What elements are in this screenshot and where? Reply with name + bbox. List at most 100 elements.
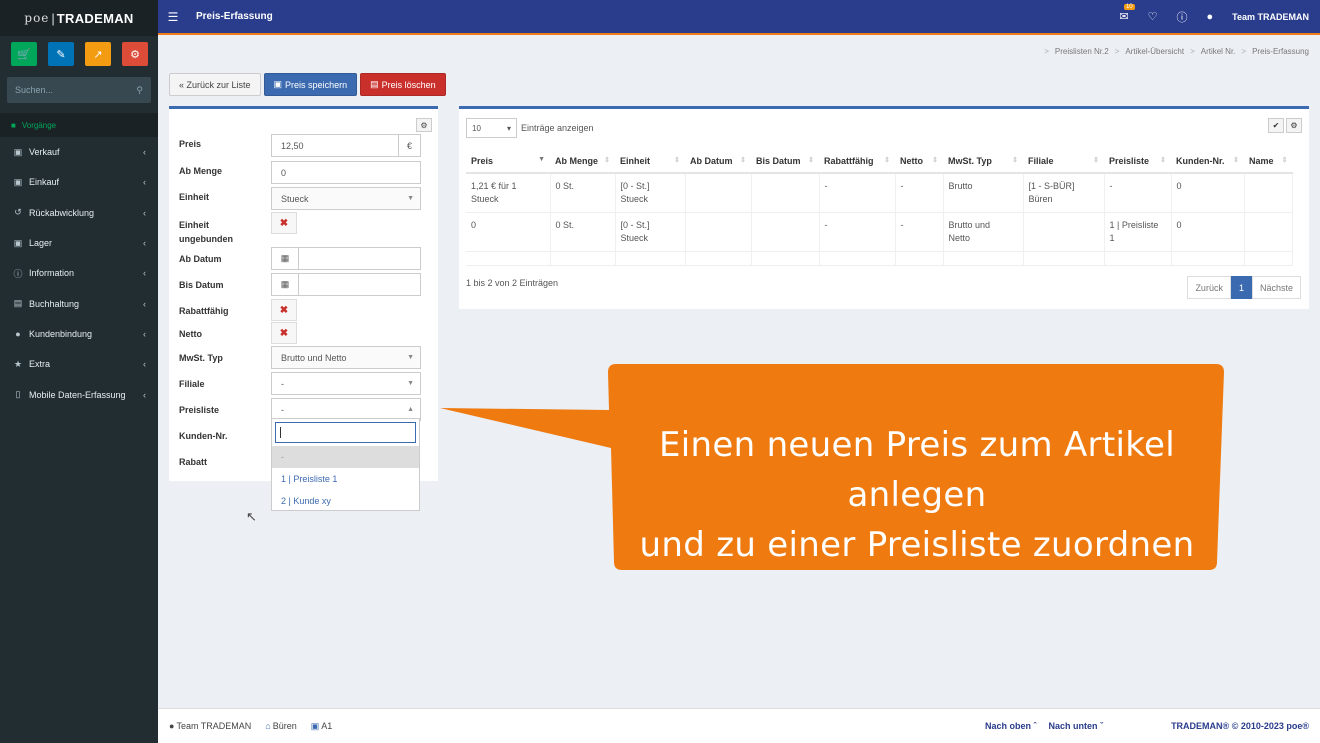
column-header[interactable]: Bis Datum ⇕ <box>751 149 819 174</box>
envelope-icon: ✉ <box>1119 11 1129 23</box>
dropdown-option[interactable]: 2 | Kunde xy <box>272 490 419 512</box>
check-icon: ✔ <box>1272 121 1280 130</box>
einheit-ungebunden-toggle[interactable]: ✖ <box>271 212 297 234</box>
messages-badge: 10 <box>1123 4 1135 10</box>
column-header[interactable]: Ab Menge ⇕ <box>550 149 615 174</box>
sidebar: poe | TRADEMAN 🛒 ✎ ↗ ⚙ Suchen... ⚲ ■ Vor… <box>0 0 158 743</box>
page-length-select[interactable]: 10 ▾ <box>466 118 517 138</box>
sort-desc-icon: ▼ <box>538 155 545 163</box>
dropdown-search-input[interactable] <box>275 422 416 443</box>
table-info: 1 bis 2 von 2 Einträgen <box>466 278 559 288</box>
ab-datum-input[interactable]: ▦ <box>271 247 421 270</box>
logo[interactable]: poe | TRADEMAN <box>0 0 158 36</box>
sort-icon: ⇕ <box>1012 156 1018 164</box>
netto-toggle[interactable]: ✖ <box>271 322 297 344</box>
breadcrumb-item[interactable]: Artikel-Übersicht <box>1125 47 1184 56</box>
sidebar-item-rueckabwicklung[interactable]: ↺ Rückabwicklung ‹ <box>0 198 158 228</box>
save-price-button[interactable]: ▣ Preis speichern <box>263 73 358 96</box>
check-button[interactable]: ✔ <box>1268 118 1284 133</box>
star-icon: ★ <box>13 358 23 369</box>
ab-menge-input[interactable]: 0 <box>271 161 421 184</box>
sidebar-item-extra[interactable]: ★ Extra ‹ <box>0 349 158 379</box>
rabattfaehig-toggle[interactable]: ✖ <box>271 299 297 321</box>
cart-icon: 🛒 <box>17 48 31 61</box>
column-header[interactable]: Einheit ⇕ <box>615 149 685 174</box>
breadcrumb-item[interactable]: Preislisten Nr.2 <box>1055 47 1109 56</box>
sidebar-search-input[interactable]: Suchen... ⚲ <box>7 77 151 103</box>
quick-chart-button[interactable]: ↗ <box>85 42 111 66</box>
sidebar-item-information[interactable]: ⓘ Information ‹ <box>0 258 158 288</box>
callout-text: Einen neuen Preis zum Artikel anlegen un… <box>639 425 1195 565</box>
chevron-left-icon: ‹ <box>143 389 146 400</box>
column-header[interactable]: Preisliste ⇕ <box>1104 149 1171 174</box>
footer-user: ● Team TRADEMAN <box>169 720 252 731</box>
chevron-up-icon: ˆ <box>1033 721 1037 731</box>
column-header[interactable]: Preis ▼ <box>466 149 550 174</box>
mwst-typ-select[interactable]: Brutto und Netto ▼ <box>271 346 421 369</box>
topbar: ☰ Preis-Erfassung ✉ 10 ♡ ⓘ ● Team TRADEMA… <box>158 0 1320 35</box>
quick-edit-button[interactable]: ✎ <box>48 42 74 66</box>
user-menu[interactable]: Team TRADEMAN <box>1232 12 1309 22</box>
column-header[interactable]: Netto ⇕ <box>895 149 943 174</box>
quick-cart-button[interactable]: 🛒 <box>11 42 37 66</box>
column-header[interactable]: MwSt. Typ ⇕ <box>943 149 1023 174</box>
breadcrumb-item: Preis-Erfassung <box>1252 47 1309 56</box>
truck-icon: ▣ <box>13 237 23 248</box>
sidebar-item-mobile-daten[interactable]: ▯ Mobile Daten-Erfassung ‹ <box>0 379 158 409</box>
help-icon[interactable]: ⓘ <box>1177 9 1188 25</box>
currency-addon: € <box>398 135 420 156</box>
bis-datum-input[interactable]: ▦ <box>271 273 421 296</box>
prev-page-button[interactable]: Zurück <box>1187 276 1231 299</box>
sidebar-item-verkauf[interactable]: ▣ Verkauf ‹ <box>0 137 158 167</box>
hamburger-icon[interactable]: ☰ <box>158 10 188 24</box>
column-header[interactable]: Rabattfähig ⇕ <box>819 149 895 174</box>
scroll-bottom-link[interactable]: Nach unten ˇ <box>1049 721 1104 731</box>
footer: ● Team TRADEMAN ⌂ Büren ▣ A1 Nach oben ˆ Na… <box>158 708 1320 743</box>
quick-settings-button[interactable]: ⚙ <box>122 42 148 66</box>
table-row[interactable]: 0 0 St. [0 - St.] Stueck - - Brutto und N… <box>466 212 1293 252</box>
preis-input[interactable]: 12,50 € <box>271 134 421 157</box>
money-icon: ▤ <box>13 298 23 309</box>
user-icon[interactable]: ● <box>1207 11 1214 23</box>
chevron-left-icon: ‹ <box>143 268 146 279</box>
logo-poe: poe <box>24 11 50 25</box>
ab-datum-label: Ab Datum <box>179 254 222 264</box>
caret-up-icon: ▲ <box>407 406 414 413</box>
kunden-nr-label: Kunden-Nr. <box>179 431 228 441</box>
sidebar-item-buchhaltung[interactable]: ▤ Buchhaltung ‹ <box>0 288 158 318</box>
messages-button[interactable]: ✉ 10 <box>1119 4 1135 23</box>
column-header[interactable]: Filiale ⇕ <box>1023 149 1104 174</box>
sidebar-item-kundenbindung[interactable]: ● Kundenbindung ‹ <box>0 319 158 349</box>
sidebar-section-vorgaenge[interactable]: ■ Vorgänge <box>0 113 158 137</box>
rabatt-label: Rabatt <box>179 457 208 467</box>
bell-icon[interactable]: ♡ <box>1148 10 1158 23</box>
breadcrumb-item[interactable]: Artikel Nr. <box>1201 47 1236 56</box>
chevron-left-icon: ‹ <box>143 207 146 218</box>
footer-location[interactable]: ⌂ Büren <box>265 721 296 732</box>
save-icon: ▣ <box>273 79 283 89</box>
dropdown-option[interactable]: 1 | Preisliste 1 <box>272 468 419 490</box>
einheit-select[interactable]: Stueck ▼ <box>271 187 421 210</box>
breadcrumb: > Preislisten Nr.2 > Artikel-Übersicht > Ar… <box>1044 47 1309 56</box>
dropdown-option[interactable]: - <box>272 446 419 468</box>
page-button[interactable]: 1 <box>1230 276 1252 299</box>
scroll-top-link[interactable]: Nach oben ˆ <box>985 721 1037 731</box>
filiale-select[interactable]: - ▼ <box>271 372 421 395</box>
column-header[interactable]: Kunden-Nr. ⇕ <box>1171 149 1244 174</box>
footer-terminal[interactable]: ▣ A1 <box>311 721 333 732</box>
delete-price-button[interactable]: ▤ Preis löschen <box>360 73 446 96</box>
ab-menge-label: Ab Menge <box>179 166 223 176</box>
sidebar-item-einkauf[interactable]: ▣ Einkauf ‹ <box>0 167 158 197</box>
table-row[interactable]: 1,21 € für 1 Stueck 0 St. [0 - St.] Stuec… <box>466 173 1293 213</box>
table-settings-button[interactable]: ⚙ <box>1286 118 1302 133</box>
sort-icon: ⇕ <box>932 156 938 164</box>
next-page-button[interactable]: Nächste <box>1251 276 1301 299</box>
search-icon[interactable]: ⚲ <box>136 85 143 96</box>
caret-down-icon: ▼ <box>407 380 414 387</box>
column-header[interactable]: Name ⇕ <box>1244 149 1293 174</box>
column-header[interactable]: Ab Datum ⇕ <box>685 149 751 174</box>
form-settings-button[interactable]: ⚙ <box>416 118 432 132</box>
sort-icon: ⇕ <box>1160 156 1166 164</box>
sidebar-item-lager[interactable]: ▣ Lager ‹ <box>0 228 158 258</box>
back-to-list-button[interactable]: « Zurück zur Liste <box>169 73 261 96</box>
